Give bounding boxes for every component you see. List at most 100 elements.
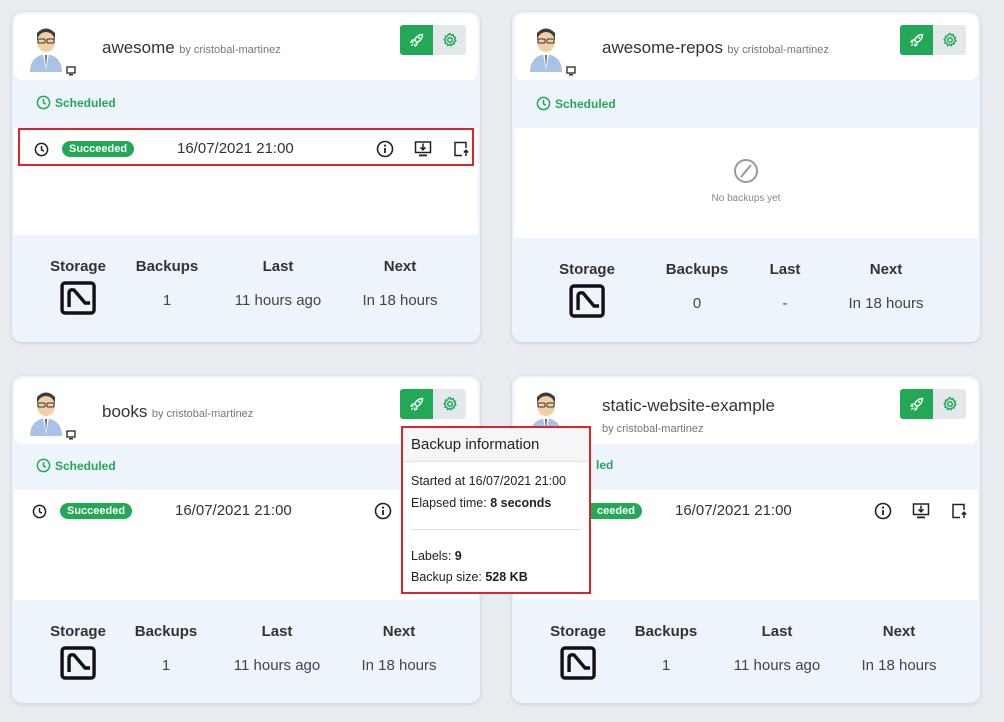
tooltip-size: Backup size: 528 KB [411, 570, 528, 584]
stat-storage: Storage [550, 623, 606, 685]
stat-next: Next In 18 hours [362, 258, 437, 309]
tooltip-started: Started at 16/07/2021 21:00 [411, 474, 566, 488]
card-header: awesome by cristobal-martinez [14, 14, 478, 80]
stat-value: 0 [692, 295, 702, 312]
clock-icon [36, 458, 51, 473]
settings-button[interactable] [933, 389, 966, 419]
clock-icon [32, 504, 47, 519]
stat-backups: Backups 1 [135, 623, 198, 674]
schedule-status: Scheduled [536, 96, 616, 111]
clock-icon [536, 96, 551, 111]
schedule-label: Scheduled [55, 458, 116, 473]
settings-button[interactable] [433, 25, 466, 55]
export-icon[interactable] [950, 502, 968, 520]
storage-provider-icon[interactable] [60, 646, 96, 680]
stat-last: Last 11 hours ago [734, 623, 820, 674]
stat-label: Last [761, 623, 793, 640]
stat-label: Next [383, 258, 417, 275]
schedule-status: Scheduled [36, 95, 116, 110]
settings-button[interactable] [433, 389, 466, 419]
status-badge: Succeeded [60, 503, 133, 519]
card-actions [900, 389, 966, 419]
no-entry-icon [734, 159, 758, 183]
rocket-icon [409, 33, 423, 48]
stat-value: In 18 hours [861, 657, 937, 674]
stat-storage: Storage [559, 261, 615, 323]
stat-backups: Backups 0 [666, 261, 729, 312]
backup-stats: Storage Backups 1 Last 11 hours ago Next… [512, 623, 980, 703]
stat-label: Storage [50, 258, 106, 275]
stat-next: Next In 18 hours [861, 623, 936, 674]
backup-row: Succeeded 16/07/2021 21:00 [18, 128, 474, 166]
stat-label: Backups [634, 623, 698, 640]
repo-title: awesome by cristobal-martinez [102, 38, 281, 58]
backup-date: 16/07/2021 21:00 [177, 140, 294, 157]
avatar [30, 392, 62, 436]
storage-provider-icon[interactable] [60, 281, 96, 315]
info-icon[interactable] [376, 140, 394, 158]
stat-value: 1 [661, 657, 671, 674]
repo-author: by cristobal-martinez [179, 44, 281, 56]
info-icon[interactable] [874, 502, 892, 520]
stat-label: Last [262, 258, 294, 275]
repo-name[interactable]: awesome [102, 38, 175, 57]
gear-icon [942, 396, 957, 411]
repo-author: by cristobal-martinez [602, 423, 704, 435]
stat-next: Next In 18 hours [361, 623, 436, 674]
stat-backups: Backups 1 [136, 258, 199, 309]
stat-label: Last [261, 623, 293, 640]
card-actions [900, 25, 966, 55]
stat-value: In 18 hours [362, 292, 438, 309]
export-icon[interactable] [452, 140, 470, 158]
stat-next: Next In 18 hours [848, 261, 923, 312]
schedule-label: Scheduled [555, 96, 616, 111]
run-backup-button[interactable] [900, 25, 933, 55]
computer-icon [66, 66, 76, 76]
stat-label: Next [869, 261, 903, 278]
repo-name[interactable]: books [102, 402, 147, 421]
computer-icon [566, 66, 576, 76]
tooltip-elapsed-label: Elapsed time: [411, 496, 491, 510]
tooltip-title: Backup information [403, 428, 589, 462]
backup-stats: Storage Backups 0 Last - Next In 18 hour… [512, 261, 980, 341]
stat-label: Backups [665, 261, 729, 278]
repo-name[interactable]: static-website-example [602, 396, 775, 416]
stat-last: Last 11 hours ago [234, 623, 320, 674]
stat-label: Storage [50, 623, 106, 640]
storage-provider-icon[interactable] [569, 284, 605, 318]
stat-value: 11 hours ago [234, 292, 322, 309]
stat-label: Storage [559, 261, 615, 278]
avatar [30, 28, 62, 72]
backup-date: 16/07/2021 21:00 [175, 502, 292, 519]
storage-provider-icon[interactable] [560, 646, 596, 680]
stat-label: Backups [134, 623, 198, 640]
repo-author: by cristobal-martinez [727, 44, 829, 56]
gear-icon [442, 396, 457, 411]
stat-value: 11 hours ago [233, 657, 321, 674]
repo-card: awesome by cristobal-martinez Scheduled … [12, 12, 480, 342]
stat-value: In 18 hours [848, 295, 924, 312]
tooltip-labels-label: Labels: [411, 549, 455, 563]
clock-icon [34, 142, 49, 157]
stat-backups: Backups 1 [635, 623, 698, 674]
run-backup-button[interactable] [400, 389, 433, 419]
stat-label: Next [382, 623, 416, 640]
rocket-icon [909, 33, 923, 48]
tooltip-elapsed-value: 8 seconds [490, 496, 552, 510]
restore-icon[interactable] [912, 502, 930, 520]
schedule-label: led [596, 458, 614, 472]
backup-stats: Storage Backups 1 Last 11 hours ago Next… [12, 623, 480, 703]
stat-last: Last - [770, 261, 801, 312]
stat-last: Last 11 hours ago [235, 258, 321, 309]
card-actions [400, 389, 466, 419]
run-backup-button[interactable] [400, 25, 433, 55]
schedule-status: led [596, 458, 613, 472]
settings-button[interactable] [933, 25, 966, 55]
info-icon[interactable] [374, 502, 392, 520]
stat-label: Last [769, 261, 801, 278]
restore-icon[interactable] [414, 140, 432, 158]
rocket-icon [909, 397, 923, 412]
run-backup-button[interactable] [900, 389, 933, 419]
card-header: awesome-repos by cristobal-martinez [514, 14, 978, 80]
repo-name[interactable]: awesome-repos [602, 38, 723, 57]
